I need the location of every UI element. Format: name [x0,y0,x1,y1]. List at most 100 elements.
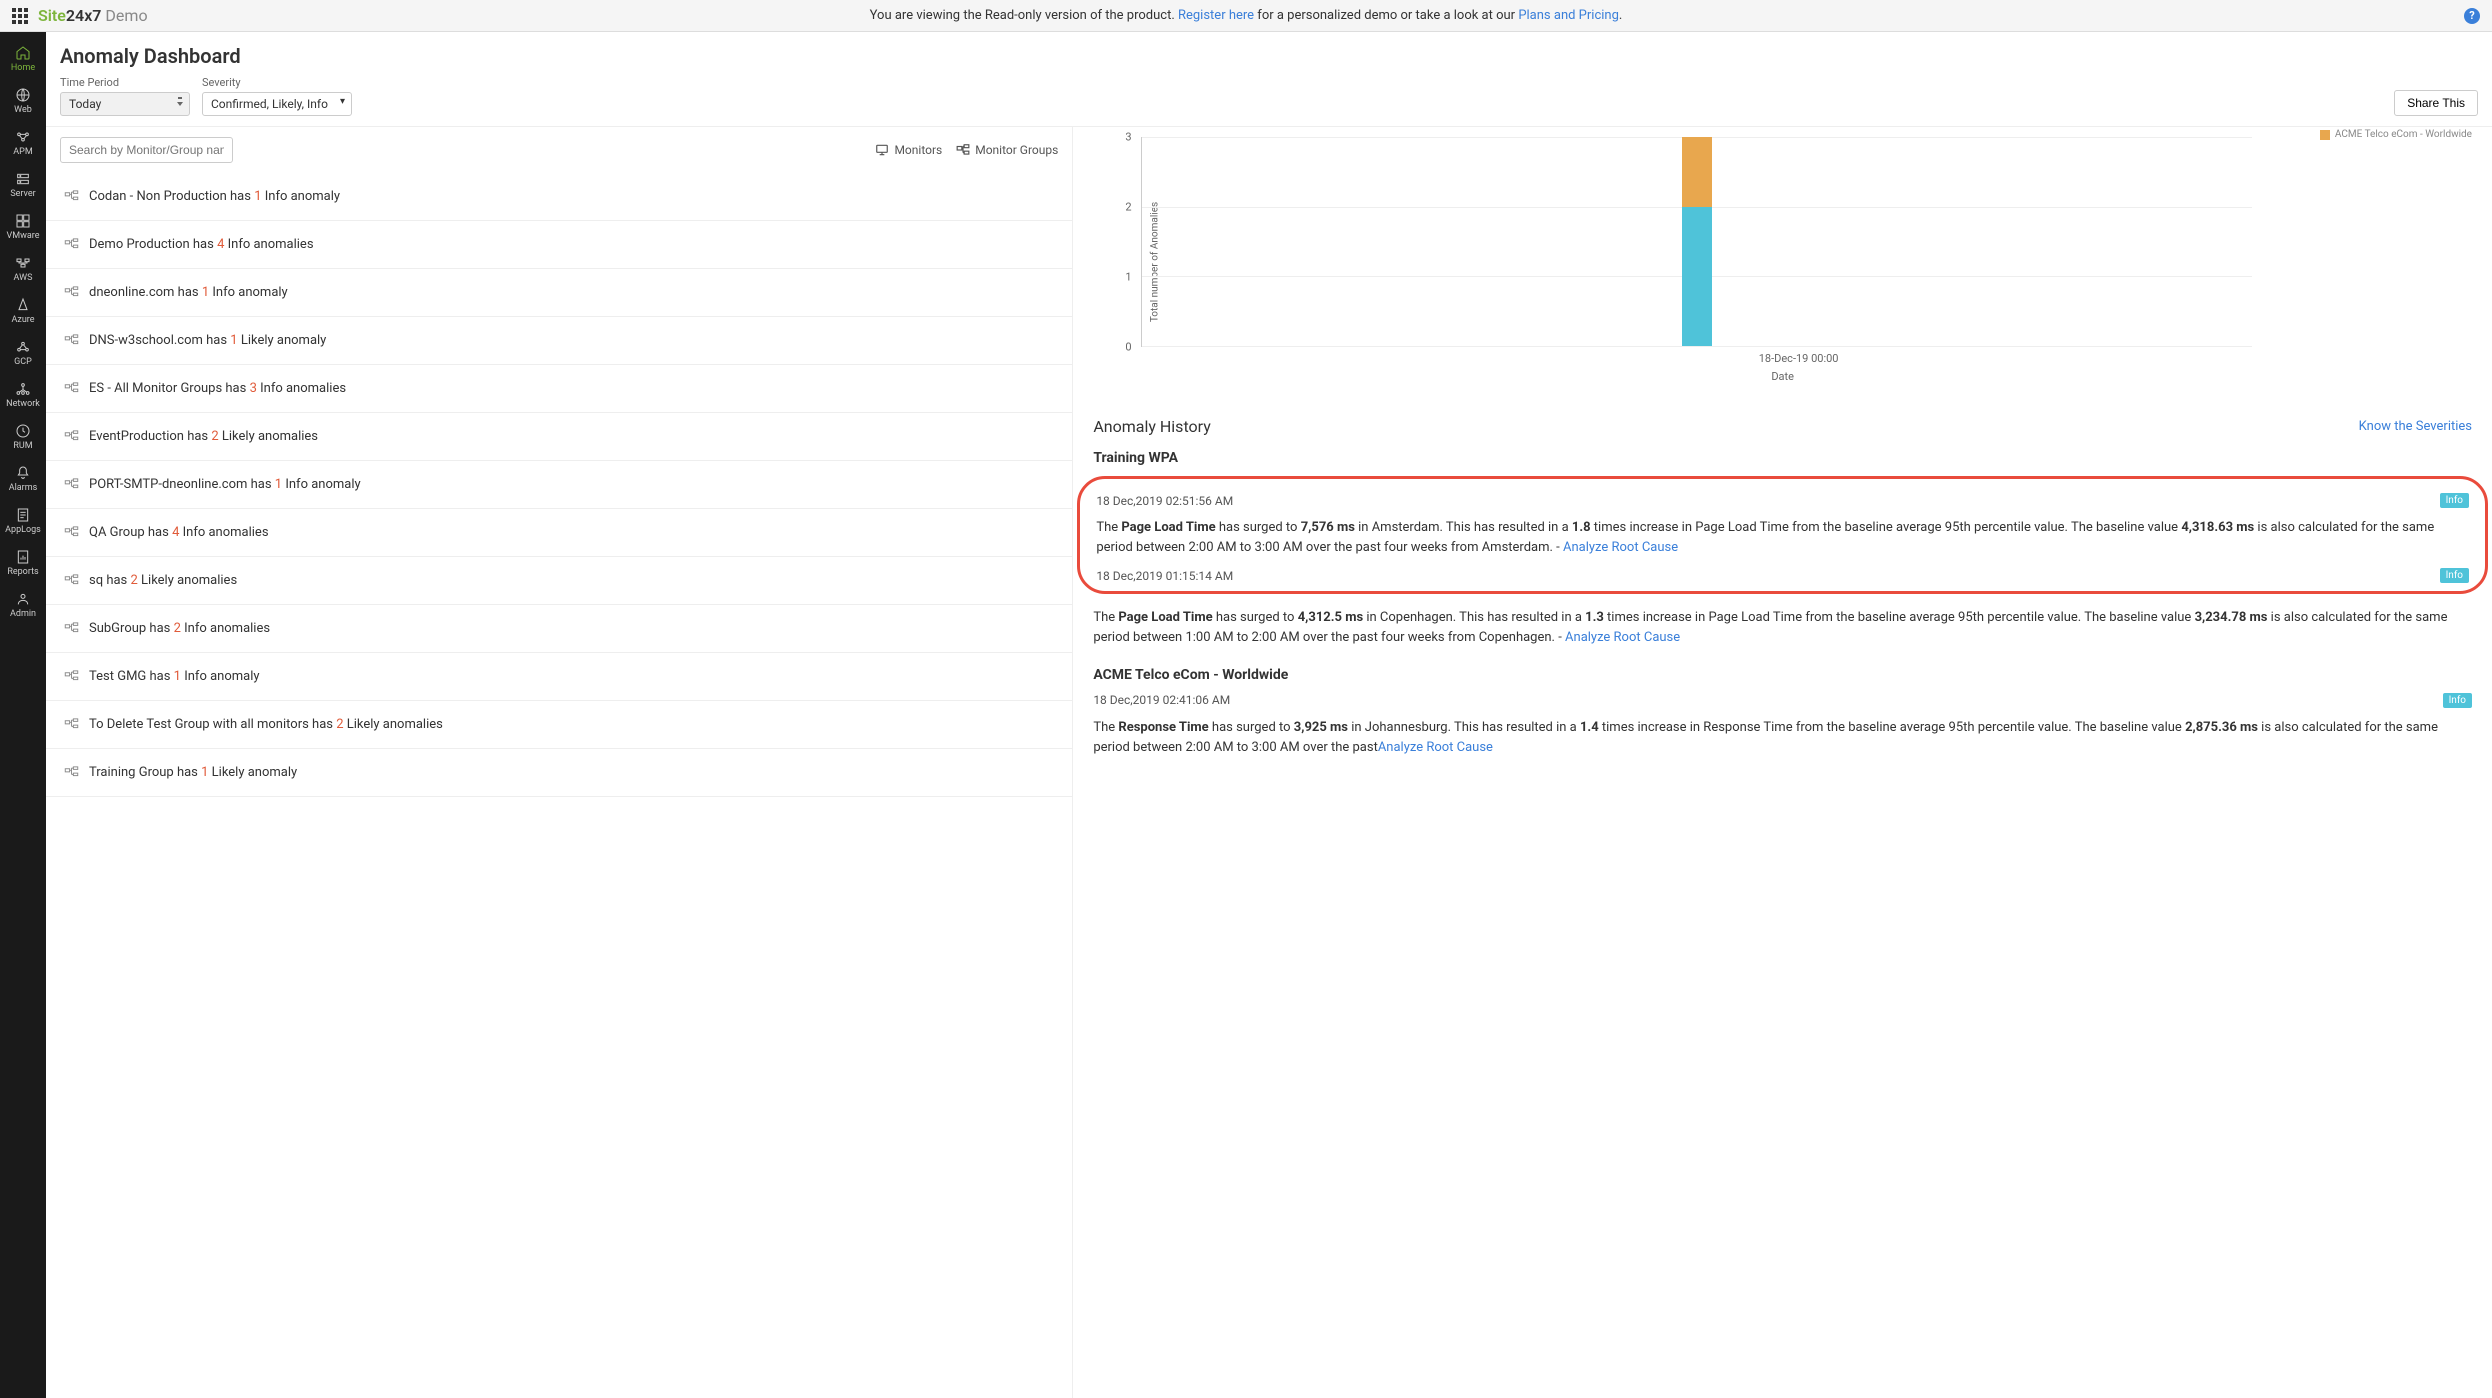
nav-vmware[interactable]: VMware [0,206,46,248]
know-severities-link[interactable]: Know the Severities [2359,419,2472,434]
group-icon [64,669,79,684]
banner-message: You are viewing the Read-only version of… [870,8,1623,23]
severity-badge: Info [2443,693,2472,708]
group-row[interactable]: dneonline.com has 1 Info anomaly [46,269,1072,317]
group-row[interactable]: ES - All Monitor Groups has 3 Info anoma… [46,365,1072,413]
history-text: The Page Load Time has surged to 7,576 m… [1096,518,2469,558]
severity-select[interactable]: Confirmed, Likely, Info [202,92,352,116]
analyze-root-cause-link[interactable]: Analyze Root Cause [1563,540,1678,555]
group-icon [64,429,79,444]
nav-applogs[interactable]: AppLogs [0,500,46,542]
logo: Site24x7Demo [38,6,148,25]
alarms-icon [15,465,31,481]
history-timestamp: 18 Dec,2019 01:15:14 AM [1096,569,1233,583]
top-banner: Site24x7Demo You are viewing the Read-on… [0,0,2492,32]
history-item: 18 Dec,2019 01:15:14 AM Info [1096,568,2469,583]
group-row[interactable]: EventProduction has 2 Likely anomalies [46,413,1072,461]
group-row[interactable]: SubGroup has 2 Info anomalies [46,605,1072,653]
history-text: The Page Load Time has surged to 4,312.5… [1093,608,2472,648]
group-row[interactable]: PORT-SMTP-dneonline.com has 1 Info anoma… [46,461,1072,509]
applogs-icon [15,507,31,523]
group-row[interactable]: Training Group has 1 Likely anomaly [46,749,1072,797]
group-row[interactable]: DNS-w3school.com has 1 Likely anomaly [46,317,1072,365]
group-icon [64,333,79,348]
chart-xlabel: Date [1771,370,1794,383]
nav-aws[interactable]: AWS [0,248,46,290]
analyze-root-cause-link[interactable]: Analyze Root Cause [1565,630,1680,645]
history-text: The Response Time has surged to 3,925 ms… [1093,718,2472,758]
anomaly-history-title: Anomaly History [1093,417,1210,436]
search-input[interactable] [60,137,233,163]
nav-home[interactable]: Home [0,38,46,80]
page-title: Anomaly Dashboard [46,32,2492,76]
history-item: 18 Dec,2019 02:41:06 AM Info The Response … [1093,693,2472,758]
group-icon [64,237,79,252]
group-row[interactable]: sq has 2 Likely anomalies [46,557,1072,605]
severity-badge: Info [2440,568,2469,583]
nav-admin[interactable]: Admin [0,584,46,626]
group-row[interactable]: Test GMG has 1 Info anomaly [46,653,1072,701]
chart-xtick: 18-Dec-19 00:00 [1759,352,1839,365]
history-timestamp: 18 Dec,2019 02:51:56 AM [1096,494,1233,508]
group-icon [956,143,970,157]
group-row[interactable]: Demo Production has 4 Info anomalies [46,221,1072,269]
time-period-select[interactable]: Today [60,92,190,116]
server-icon [15,171,31,187]
nav-gcp[interactable]: GCP [0,332,46,374]
group-icon [64,381,79,396]
aws-icon [15,255,31,271]
group-icon [64,573,79,588]
history-item: 18 Dec,2019 02:51:56 AM Info The Page Load… [1096,493,2469,558]
anomaly-chart: ACME Telco eCom - WorldwideTotal number … [1093,137,2472,387]
filter-bar: Time Period Today Severity Confirmed, Li… [46,76,2492,127]
plans-link[interactable]: Plans and Pricing [1518,8,1619,23]
home-icon [15,45,31,61]
group-list: Codan - Non Production has 1 Info anomal… [46,173,1072,1398]
vmware-icon [15,213,31,229]
sidebar: HomeWebAPMServerVMwareAWSAzureGCPNetwork… [0,32,46,1398]
group-row[interactable]: Codan - Non Production has 1 Info anomal… [46,173,1072,221]
tab-monitors[interactable]: Monitors [875,143,942,157]
group-icon [64,717,79,732]
group-row[interactable]: QA Group has 4 Info anomalies [46,509,1072,557]
apps-icon[interactable] [12,8,28,24]
nav-apm[interactable]: APM [0,122,46,164]
group-icon [64,285,79,300]
time-period-label: Time Period [60,76,190,89]
group-row[interactable]: To Delete Test Group with all monitors h… [46,701,1072,749]
right-column: ACME Telco eCom - WorldwideTotal number … [1073,127,2492,1398]
nav-rum[interactable]: RUM [0,416,46,458]
group-icon [64,189,79,204]
group-icon [64,525,79,540]
nav-web[interactable]: Web [0,80,46,122]
web-icon [15,87,31,103]
severity-label: Severity [202,76,352,89]
monitor-name: Training WPA [1093,450,2472,466]
monitor-icon [875,143,889,157]
group-icon [64,621,79,636]
severity-badge: Info [2440,493,2469,508]
share-button[interactable]: Share This [2394,90,2478,116]
nav-alarms[interactable]: Alarms [0,458,46,500]
chart-legend: ACME Telco eCom - Worldwide [2320,129,2472,140]
left-column: Monitors Monitor Groups Codan - Non Prod… [46,127,1073,1398]
rum-icon [15,423,31,439]
nav-reports[interactable]: Reports [0,542,46,584]
gcp-icon [15,339,31,355]
register-link[interactable]: Register here [1178,8,1254,23]
azure-icon [15,297,31,313]
nav-server[interactable]: Server [0,164,46,206]
history-item: The Page Load Time has surged to 4,312.5… [1093,608,2472,648]
admin-icon [15,591,31,607]
nav-azure[interactable]: Azure [0,290,46,332]
tab-monitor-groups[interactable]: Monitor Groups [956,143,1058,157]
monitor-name: ACME Telco eCom - Worldwide [1093,667,2472,683]
highlight-annotation: 18 Dec,2019 02:51:56 AM Info The Page Load… [1077,476,2488,594]
nav-network[interactable]: Network [0,374,46,416]
apm-icon [15,129,31,145]
network-icon [15,381,31,397]
analyze-root-cause-link[interactable]: Analyze Root Cause [1378,740,1493,755]
help-icon[interactable]: ? [2464,8,2480,24]
history-timestamp: 18 Dec,2019 02:41:06 AM [1093,693,1230,707]
reports-icon [15,549,31,565]
